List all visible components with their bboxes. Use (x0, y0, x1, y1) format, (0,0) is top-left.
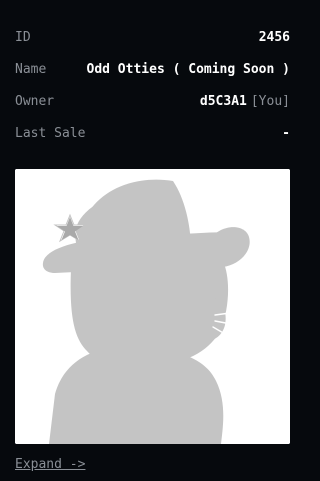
name-value: Odd Otties ( Coming Soon ) (86, 62, 291, 77)
owner-row: Owner d5C3A1 [You] (15, 94, 290, 110)
last-sale-label: Last Sale (15, 126, 86, 141)
owner-you-tag: [You] (250, 94, 290, 109)
id-row: ID 2456 (15, 30, 290, 46)
id-value: 2456 (258, 30, 290, 45)
owner-address[interactable]: d5C3A1 (200, 94, 247, 109)
last-sale-row: Last Sale - (15, 126, 290, 142)
id-label: ID (15, 30, 31, 45)
last-sale-value: - (282, 126, 290, 141)
expand-link[interactable]: Expand -> (15, 457, 85, 472)
name-label: Name (15, 62, 47, 77)
name-row: Name Odd Otties ( Coming Soon ) (15, 62, 290, 78)
token-image-card[interactable] (15, 169, 290, 444)
token-details: ID 2456 Name Odd Otties ( Coming Soon ) … (15, 30, 290, 158)
owner-value-group: d5C3A1 [You] (200, 94, 290, 109)
owner-label: Owner (15, 94, 55, 109)
otter-wizard-silhouette-icon (15, 169, 290, 444)
